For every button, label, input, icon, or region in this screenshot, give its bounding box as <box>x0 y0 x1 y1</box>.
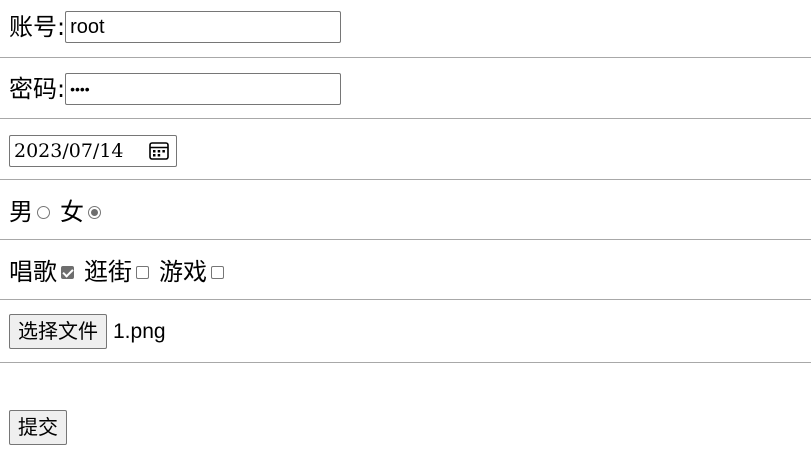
account-input[interactable]: root <box>65 11 342 43</box>
divider <box>0 57 811 58</box>
divider <box>0 362 811 363</box>
gender-row: 男 女 <box>9 197 111 227</box>
hobby-games-label: 游戏 <box>159 258 207 286</box>
date-input[interactable]: 2023/07/14 <box>9 135 177 167</box>
gender-option-male-label: 男 <box>9 198 33 226</box>
account-row: 账号: root <box>9 11 342 43</box>
gender-option-female-label: 女 <box>60 198 84 226</box>
password-row: 密码: •••• <box>9 73 342 105</box>
account-label: 账号: <box>9 13 66 41</box>
divider <box>0 239 811 240</box>
hobbies-row: 唱歌 逛街 游戏 <box>9 257 234 287</box>
divider <box>0 118 811 119</box>
hobby-singing-label: 唱歌 <box>9 258 57 286</box>
divider <box>0 179 811 180</box>
date-input-value: 2023/07/14 <box>14 140 124 162</box>
calendar-icon[interactable] <box>148 140 170 162</box>
password-label: 密码: <box>9 75 66 103</box>
file-row: 选择文件 1.png <box>9 314 166 349</box>
account-input-value: root <box>70 16 105 38</box>
hobby-games-checkbox[interactable] <box>211 265 224 279</box>
hobby-shopping-label: 逛街 <box>84 258 132 286</box>
password-input[interactable]: •••• <box>65 73 342 105</box>
gender-radio-female[interactable] <box>88 205 101 219</box>
submit-button[interactable]: 提交 <box>9 410 67 445</box>
gender-radio-male[interactable] <box>37 205 50 219</box>
file-name: 1.png <box>113 319 166 343</box>
choose-file-button[interactable]: 选择文件 <box>9 314 107 349</box>
hobby-singing-checkbox[interactable] <box>61 265 74 279</box>
divider <box>0 299 811 300</box>
submit-row: 提交 <box>9 410 67 445</box>
hobby-shopping-checkbox[interactable] <box>136 265 149 279</box>
date-row: 2023/07/14 <box>9 135 177 167</box>
password-input-value: •••• <box>70 81 90 97</box>
